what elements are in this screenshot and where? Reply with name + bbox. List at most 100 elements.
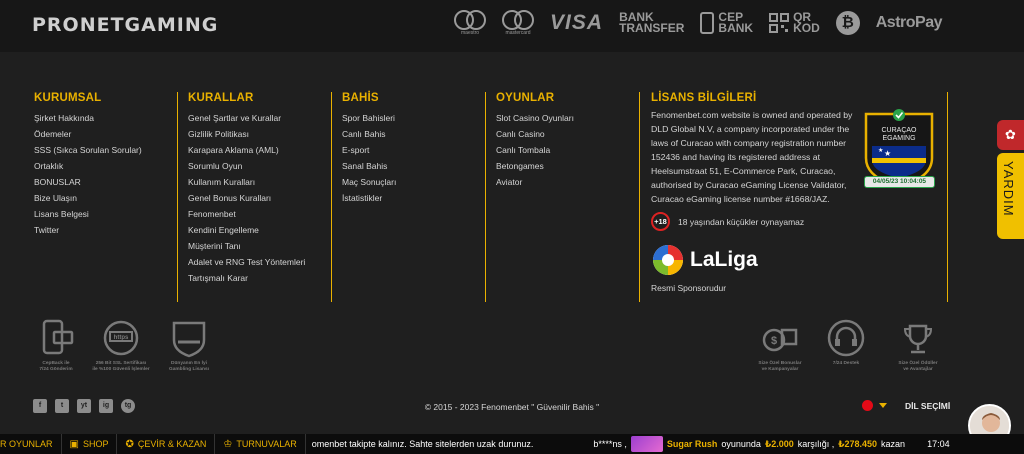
qr-code-icon: QR KOD (769, 11, 820, 34)
footer-link[interactable]: Genel Bonus Kuralları (188, 190, 305, 206)
footer-link[interactable]: Sanal Bahis (342, 158, 396, 174)
bitcoin-icon: ₿ (835, 11, 860, 35)
chevron-down-icon (879, 403, 887, 408)
column-divider (639, 92, 640, 302)
footer-link[interactable]: E-sport (342, 142, 396, 158)
tournaments-nav-item[interactable]: ♔ TURNUVALAR (215, 434, 306, 454)
spin-win-nav-item[interactable]: ✪ ÇEVİR & KAZAN (117, 434, 216, 454)
game-name[interactable]: Sugar Rush (667, 439, 718, 449)
side-promo-button[interactable]: ✿ (997, 120, 1024, 150)
shop-label: SHOP (82, 439, 109, 449)
column-divider (331, 92, 332, 302)
winner-name: b****ns , (593, 439, 627, 449)
payment-bar: PRONETGAMING maestro mastercard VISA BAN… (0, 0, 1024, 52)
language-selector[interactable]: DİL SEÇİMİ (862, 400, 950, 411)
headset-icon (827, 319, 865, 357)
cashback-feature: CepBack ile 7/24 Gönderim (34, 318, 78, 373)
svg-text:★: ★ (878, 147, 883, 154)
news-ticker: omenbet takipte kalınız. Sahte sitelerde… (306, 436, 950, 452)
footer-link[interactable]: Şirket Hakkında (34, 110, 142, 126)
games-label: R OYUNLAR (0, 439, 53, 449)
footer-link[interactable]: Spor Bahisleri (342, 110, 396, 126)
svg-text:$: $ (771, 335, 777, 347)
age-text: 18 yaşından küçükler oynayamaz (678, 216, 805, 227)
footer-link[interactable]: Gizlilik Politikası (188, 126, 305, 142)
footer-link[interactable]: Ödemeler (34, 126, 142, 142)
footer-link[interactable]: Karapara Aklama (AML) (188, 142, 305, 158)
footer-link[interactable]: Sorumlu Oyun (188, 158, 305, 174)
footer-link[interactable]: Bize Ulaşın (34, 190, 142, 206)
ticker-text: omenbet takipte kalınız. Sahte sitelerde… (311, 439, 534, 449)
tournaments-label: TURNUVALAR (236, 439, 297, 449)
footer-link[interactable]: Aviator (496, 174, 574, 190)
game-thumbnail-icon[interactable] (630, 436, 663, 452)
games-nav-item[interactable]: R OYUNLAR (0, 434, 62, 454)
footer-link[interactable]: Kullanım Kuralları (188, 174, 305, 190)
footer-link[interactable]: Canlı Tombala (496, 142, 574, 158)
help-button[interactable]: YARDIM (997, 153, 1024, 239)
kurumsal-column: KURUMSAL Şirket Hakkında Ödemeler SSS (S… (34, 92, 142, 238)
svg-text:CURAÇAO: CURAÇAO (881, 127, 917, 134)
footer-link[interactable]: Ortaklık (34, 158, 142, 174)
laliga-logo[interactable]: LaLiga (651, 243, 758, 277)
svg-text:https: https (114, 335, 129, 341)
help-label: YARDIM (1001, 161, 1016, 217)
footer-link[interactable]: Betongames (496, 158, 574, 174)
cart-icon: ▣ (69, 438, 79, 450)
footer-link[interactable]: Kendini Engelleme (188, 222, 305, 238)
ssl-icon: https (103, 320, 139, 356)
shield-icon (172, 321, 206, 358)
trophy-small-icon: ♔ (223, 438, 233, 450)
column-title: BAHİS (342, 92, 379, 104)
footer-link[interactable]: Canlı Casino (496, 126, 574, 142)
ssl-feature: https 256 Bit SSL Sertifikası ile %100 Gü… (86, 318, 156, 373)
laliga-ball-icon (653, 245, 683, 275)
mastercard-icon: mastercard (502, 10, 535, 36)
footer-link[interactable]: Canlı Bahis (342, 126, 396, 142)
footer-page: PRONETGAMING maestro mastercard VISA BAN… (0, 0, 1024, 454)
column-divider (485, 92, 486, 302)
age-18-icon: +18 (651, 212, 670, 231)
payment-methods: maestro mastercard VISA BANK TRANSFER CEP… (454, 10, 943, 36)
license-feature: Dünyanın En İyi Gambling Lisansı (163, 318, 215, 373)
shop-nav-item[interactable]: ▣ SHOP (62, 434, 118, 454)
footer-link[interactable]: Slot Casino Oyunları (496, 110, 574, 126)
column-divider (947, 92, 948, 302)
license-text: Fenomenbet.com website is owned and oper… (651, 110, 853, 204)
visa-icon: VISA (550, 11, 604, 34)
language-label: DİL SEÇİMİ (905, 400, 951, 411)
cep-bank-icon: CEP BANK (700, 11, 753, 34)
trophy-icon (903, 324, 933, 354)
footer-link[interactable]: Fenomenbet (188, 206, 305, 222)
footer-link[interactable]: İstatistikler (342, 190, 396, 206)
sponsor-text: Resmi Sponsorudur (651, 283, 727, 293)
wheel-icon: ✪ (125, 438, 134, 450)
age-restriction: +18 18 yaşından küçükler oynayamaz (651, 212, 804, 231)
turkey-flag-icon (862, 400, 873, 411)
gift-icon: $ (762, 328, 798, 352)
bank-transfer-icon: BANK TRANSFER (619, 10, 685, 35)
maestro-icon: maestro (454, 10, 487, 36)
footer-link[interactable]: SSS (Sıkca Sorulan Sorular) (34, 142, 142, 158)
footer-link[interactable]: Adalet ve RNG Test Yöntemleri (188, 254, 305, 270)
rewards-feature: Size Özel Ödüller ve Avantajlar (891, 318, 945, 373)
footer-link[interactable]: Tartışmalı Karar (188, 270, 305, 286)
footer-link[interactable]: Genel Şartlar ve Kurallar (188, 110, 305, 126)
promo-icon: ✿ (1005, 127, 1016, 142)
column-divider (177, 92, 178, 302)
footer-link[interactable]: Maç Sonuçları (342, 174, 396, 190)
badge-timestamp: 04/05/23 10:04:05 (864, 176, 935, 188)
svg-text:★: ★ (884, 149, 891, 158)
footer-link[interactable]: Twitter (34, 222, 142, 238)
footer-link[interactable]: BONUSLAR (34, 174, 142, 190)
bahis-column: BAHİS Spor Bahisleri Canlı Bahis E-sport… (342, 92, 396, 206)
column-title: OYUNLAR (496, 92, 555, 104)
astropay-icon: AstroPay (875, 14, 943, 31)
bottom-nav-bar: R OYUNLAR ▣ SHOP ✪ ÇEVİR & KAZAN ♔ TURNU… (0, 434, 1024, 454)
footer-link[interactable]: Müşterini Tanı (188, 238, 305, 254)
bonus-feature: $ Size Özel Bonuslar ve Kampanyalar (753, 318, 807, 373)
column-title: LİSANS BİLGİLERİ (651, 92, 757, 104)
oyunlar-column: OYUNLAR Slot Casino Oyunları Canlı Casin… (496, 92, 574, 190)
column-title: KURALLAR (188, 92, 254, 104)
footer-link[interactable]: Lisans Belgesi (34, 206, 142, 222)
